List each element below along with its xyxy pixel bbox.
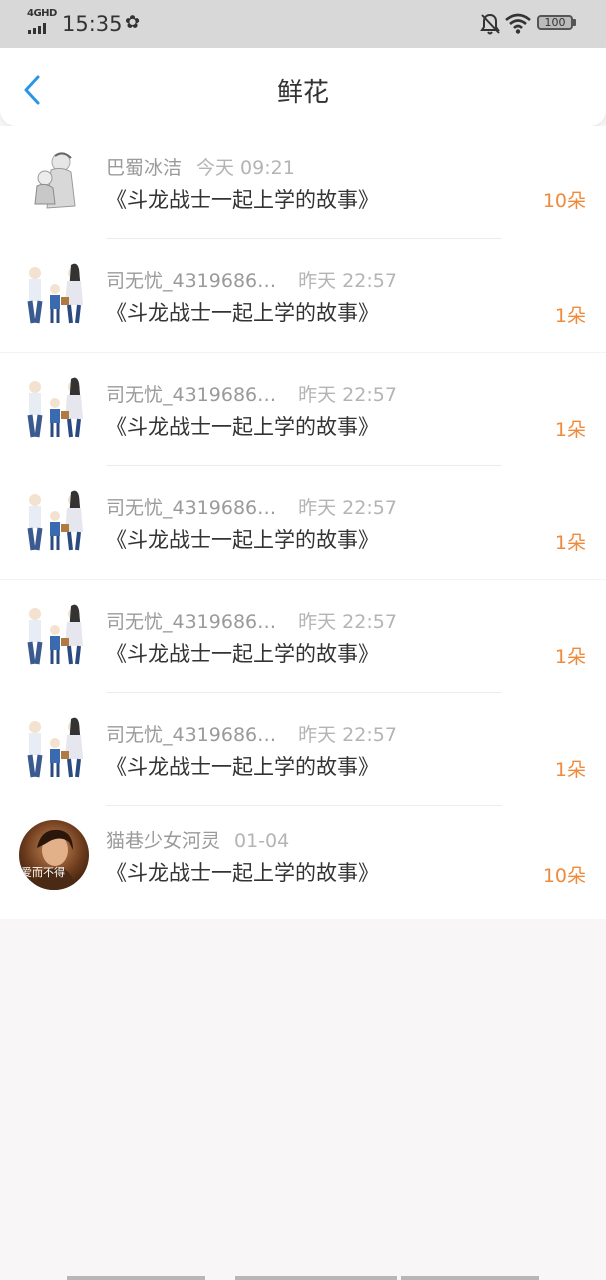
send-time: 昨天 22:57 bbox=[298, 724, 397, 746]
status-time: 15:35 bbox=[62, 12, 123, 36]
home-indicator bbox=[67, 1276, 205, 1280]
flower-count: 1朵 bbox=[554, 759, 586, 781]
sender-name[interactable]: 司无忧_4319686… bbox=[106, 384, 276, 406]
status-bar: 4GHD 15:35 ✿ 100 bbox=[0, 0, 606, 48]
home-indicator bbox=[401, 1276, 539, 1280]
sender-line: 司无忧_4319686… 昨天 22:57 bbox=[106, 266, 397, 293]
divider bbox=[106, 578, 502, 579]
user-avatar[interactable] bbox=[21, 148, 89, 216]
send-time: 01-04 bbox=[234, 830, 290, 852]
book-title[interactable]: 《斗龙战士一起上学的故事》 bbox=[106, 411, 379, 441]
sender-name[interactable]: 司无忧_4319686… bbox=[106, 497, 276, 519]
flower-count: 1朵 bbox=[554, 646, 586, 668]
list-item[interactable]: 爱而不得 猫巷少女河灵 01-04 《斗龙战士一起上学的故事》 10朵 bbox=[0, 806, 606, 919]
list-item[interactable]: 司无忧_4319686… 昨天 22:57 《斗龙战士一起上学的故事》 1朵 bbox=[0, 239, 606, 352]
book-title[interactable]: 《斗龙战士一起上学的故事》 bbox=[106, 297, 379, 327]
sender-name[interactable]: 司无忧_4319686… bbox=[106, 611, 276, 633]
sender-name[interactable]: 巴蜀冰洁 bbox=[106, 157, 182, 179]
sender-line: 司无忧_4319686… 昨天 22:57 bbox=[106, 380, 397, 407]
sender-line: 司无忧_4319686… 昨天 22:57 bbox=[106, 607, 397, 634]
user-avatar[interactable] bbox=[21, 488, 89, 556]
divider bbox=[106, 351, 502, 352]
bell-muted-icon bbox=[480, 13, 500, 35]
battery-tip bbox=[573, 19, 576, 26]
list-item[interactable]: 司无忧_4319686… 昨天 22:57 《斗龙战士一起上学的故事》 1朵 bbox=[0, 466, 606, 579]
flower-list: 巴蜀冰洁 今天 09:21 《斗龙战士一起上学的故事》 10朵 司无忧_43196… bbox=[0, 126, 606, 919]
app-notification-icon: ✿ bbox=[125, 12, 141, 33]
flower-count: 10朵 bbox=[542, 190, 586, 212]
user-avatar[interactable] bbox=[21, 261, 89, 329]
user-avatar[interactable] bbox=[21, 602, 89, 670]
book-title[interactable]: 《斗龙战士一起上学的故事》 bbox=[106, 751, 379, 781]
list-item[interactable]: 司无忧_4319686… 昨天 22:57 《斗龙战士一起上学的故事》 1朵 bbox=[0, 693, 606, 806]
battery-icon: 100 bbox=[537, 15, 573, 30]
wifi-icon bbox=[505, 13, 531, 34]
flower-count: 10朵 bbox=[542, 865, 586, 887]
sender-line: 司无忧_4319686… 昨天 22:57 bbox=[106, 493, 397, 520]
send-time: 昨天 22:57 bbox=[298, 497, 397, 519]
flower-count: 1朵 bbox=[554, 419, 586, 441]
network-type: 4GHD bbox=[27, 8, 57, 19]
nav-bar: 鲜花 bbox=[0, 48, 606, 126]
sender-line: 猫巷少女河灵 01-04 bbox=[106, 826, 289, 853]
send-time: 昨天 22:57 bbox=[298, 384, 397, 406]
flower-count: 1朵 bbox=[554, 532, 586, 554]
send-time: 今天 09:21 bbox=[196, 157, 295, 179]
flower-count: 1朵 bbox=[554, 305, 586, 327]
list-item[interactable]: 司无忧_4319686… 昨天 22:57 《斗龙战士一起上学的故事》 1朵 bbox=[0, 580, 606, 693]
user-avatar[interactable] bbox=[21, 715, 89, 783]
book-title[interactable]: 《斗龙战士一起上学的故事》 bbox=[106, 638, 379, 668]
send-time: 昨天 22:57 bbox=[298, 611, 397, 633]
book-title[interactable]: 《斗龙战士一起上学的故事》 bbox=[106, 857, 379, 887]
sender-line: 司无忧_4319686… 昨天 22:57 bbox=[106, 720, 397, 747]
sender-name[interactable]: 司无忧_4319686… bbox=[106, 270, 276, 292]
book-title[interactable]: 《斗龙战士一起上学的故事》 bbox=[106, 184, 379, 214]
avatar-caption: 爱而不得 bbox=[21, 866, 65, 879]
signal-icon bbox=[28, 22, 54, 34]
list-item[interactable]: 巴蜀冰洁 今天 09:21 《斗龙战士一起上学的故事》 10朵 bbox=[0, 126, 606, 239]
book-title[interactable]: 《斗龙战士一起上学的故事》 bbox=[106, 524, 379, 554]
sender-name[interactable]: 司无忧_4319686… bbox=[106, 724, 276, 746]
send-time: 昨天 22:57 bbox=[298, 270, 397, 292]
list-item[interactable]: 司无忧_4319686… 昨天 22:57 《斗龙战士一起上学的故事》 1朵 bbox=[0, 353, 606, 466]
sender-name[interactable]: 猫巷少女河灵 bbox=[106, 830, 220, 852]
page-title: 鲜花 bbox=[276, 78, 329, 108]
home-indicator bbox=[235, 1276, 397, 1280]
sender-line: 巴蜀冰洁 今天 09:21 bbox=[106, 153, 295, 180]
user-avatar[interactable]: 爱而不得 bbox=[19, 820, 89, 890]
user-avatar[interactable] bbox=[21, 375, 89, 443]
